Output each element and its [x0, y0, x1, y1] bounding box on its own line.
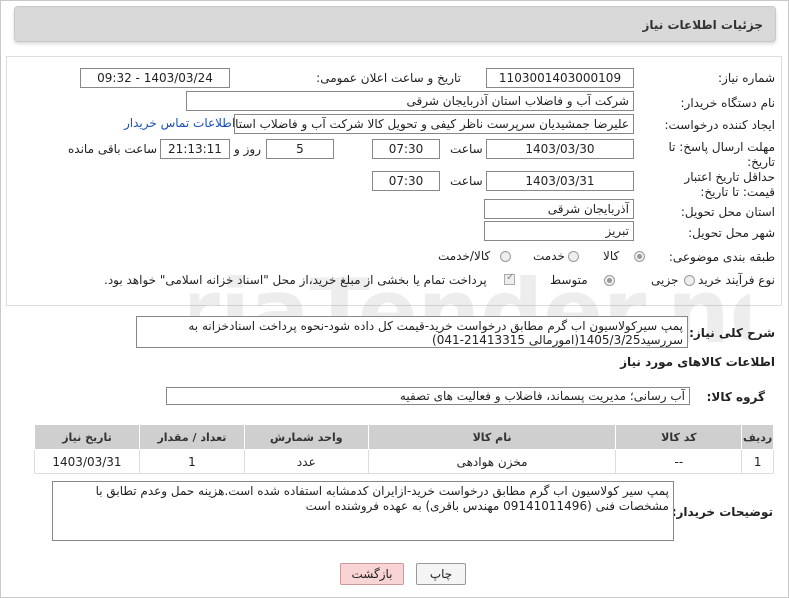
- remaining-time-field[interactable]: 21:13:11: [160, 139, 230, 159]
- process-option-minor: جزیی: [651, 273, 679, 287]
- announce-field[interactable]: 1403/03/24 - 09:32: [80, 68, 230, 88]
- requester-label: ایجاد کننده درخواست:: [664, 118, 775, 132]
- buyer-org-field[interactable]: شرکت آب و فاضلاب استان آذربایجان شرقی: [186, 91, 634, 111]
- page-header: جزئیات اطلاعات نیاز: [14, 6, 776, 42]
- cell-qty: 1: [138, 449, 245, 474]
- price-validity-label: حداقل تاریخ اعتبار قیمت: تا تاریخ:: [684, 170, 775, 199]
- process-label: نوع فرآیند خرید :: [690, 273, 775, 287]
- days-label: روز و: [234, 142, 261, 156]
- category-radio-goods[interactable]: [634, 251, 645, 262]
- announce-label: تاریخ و ساعت اعلان عمومی:: [316, 71, 461, 85]
- back-button[interactable]: بازگشت: [340, 563, 404, 585]
- price-date-field[interactable]: 1403/03/31: [486, 171, 634, 191]
- province-field[interactable]: آذربایجان شرقی: [484, 199, 634, 219]
- process-radio-minor[interactable]: [684, 275, 695, 286]
- category-option-goods: کالا: [603, 249, 620, 263]
- goods-section-title: اطلاعات کالاهای مورد نیاز: [620, 355, 775, 369]
- buyer-desc-label: توضیحات خریدار:: [671, 505, 773, 519]
- remaining-label: ساعت باقی مانده: [68, 142, 158, 156]
- buyer-desc-box[interactable]: پمپ سیر کولاسیون اب گرم مطابق درخواست خر…: [52, 481, 674, 541]
- cell-unit: عدد: [243, 449, 369, 474]
- category-radio-both[interactable]: [500, 251, 511, 262]
- city-label: شهر محل تحویل:: [688, 226, 775, 240]
- col-code: کد کالا: [615, 424, 743, 450]
- city-field[interactable]: تبریز: [484, 221, 634, 241]
- table-row: 1 -- مخزن هوادهی عدد 1 1403/03/31: [34, 449, 774, 474]
- page-title: جزئیات اطلاعات نیاز: [642, 18, 763, 32]
- buyer-contact-link[interactable]: اطلاعات تماس خریدار: [124, 116, 235, 130]
- general-desc-line1: پمپ سیرکولاسیون اب گرم مطابق درخواست خری…: [188, 319, 683, 333]
- days-field[interactable]: 5: [266, 139, 334, 159]
- category-option-service: خدمت: [533, 249, 565, 263]
- price-time-field[interactable]: 07:30: [372, 171, 440, 191]
- col-date: تاریخ نیاز: [34, 424, 140, 450]
- general-desc-line2: سررسید1405/3/25(امورمالی 21413315-041): [432, 333, 683, 347]
- col-qty: تعداد / مقدار: [138, 424, 245, 450]
- col-row: ردیف: [741, 424, 774, 450]
- buyer-desc-line2: مشخصات فنی (09141011496 مهندس باقری) به …: [305, 499, 669, 513]
- col-name: نام کالا: [367, 424, 617, 450]
- general-desc-box[interactable]: پمپ سیرکولاسیون اب گرم مطابق درخواست خری…: [136, 316, 688, 348]
- cell-date: 1403/03/31: [34, 449, 140, 474]
- price-time-label: ساعت: [450, 174, 483, 188]
- general-desc-label: شرح کلی نیاز:: [689, 326, 775, 340]
- category-label: طبقه بندی موضوعی:: [668, 250, 775, 264]
- process-option-medium: متوسط: [550, 273, 588, 287]
- reply-deadline-label: مهلت ارسال پاسخ: تا تاریخ:: [668, 140, 775, 169]
- cell-name: مخزن هوادهی: [367, 449, 617, 474]
- need-number-field[interactable]: 1103001403000109: [486, 68, 634, 88]
- buyer-org-label: نام دستگاه خریدار:: [680, 96, 776, 110]
- requester-field[interactable]: علیرضا جمشیدیان سرپرست ناظر کیفی و تحویل…: [234, 114, 634, 134]
- reply-time-field[interactable]: 07:30: [372, 139, 440, 159]
- category-option-both: کالا/خدمت: [438, 249, 491, 263]
- reply-time-label: ساعت: [450, 142, 483, 156]
- need-number-label: شماره نیاز:: [718, 71, 775, 85]
- process-radio-medium[interactable]: [604, 275, 615, 286]
- category-radio-service[interactable]: [568, 251, 579, 262]
- cell-code: --: [615, 449, 743, 474]
- payment-note: پرداخت تمام یا بخشی از مبلغ خرید،از محل …: [104, 273, 487, 287]
- reply-date-field[interactable]: 1403/03/30: [486, 139, 634, 159]
- treasury-checkbox[interactable]: [504, 272, 515, 285]
- goods-group-field[interactable]: آب رسانی؛ مدیریت پسماند، فاضلاب و فعالیت…: [166, 387, 690, 405]
- buyer-desc-line1: پمپ سیر کولاسیون اب گرم مطابق درخواست خر…: [95, 484, 669, 498]
- province-label: استان محل تحویل:: [680, 205, 775, 219]
- print-button[interactable]: چاپ: [416, 563, 466, 585]
- col-unit: واحد شمارش: [243, 424, 369, 450]
- goods-table: ردیف کد کالا نام کالا واحد شمارش تعداد /…: [34, 424, 774, 474]
- cell-row: 1: [741, 449, 774, 474]
- goods-group-label: گروه کالا:: [706, 390, 765, 404]
